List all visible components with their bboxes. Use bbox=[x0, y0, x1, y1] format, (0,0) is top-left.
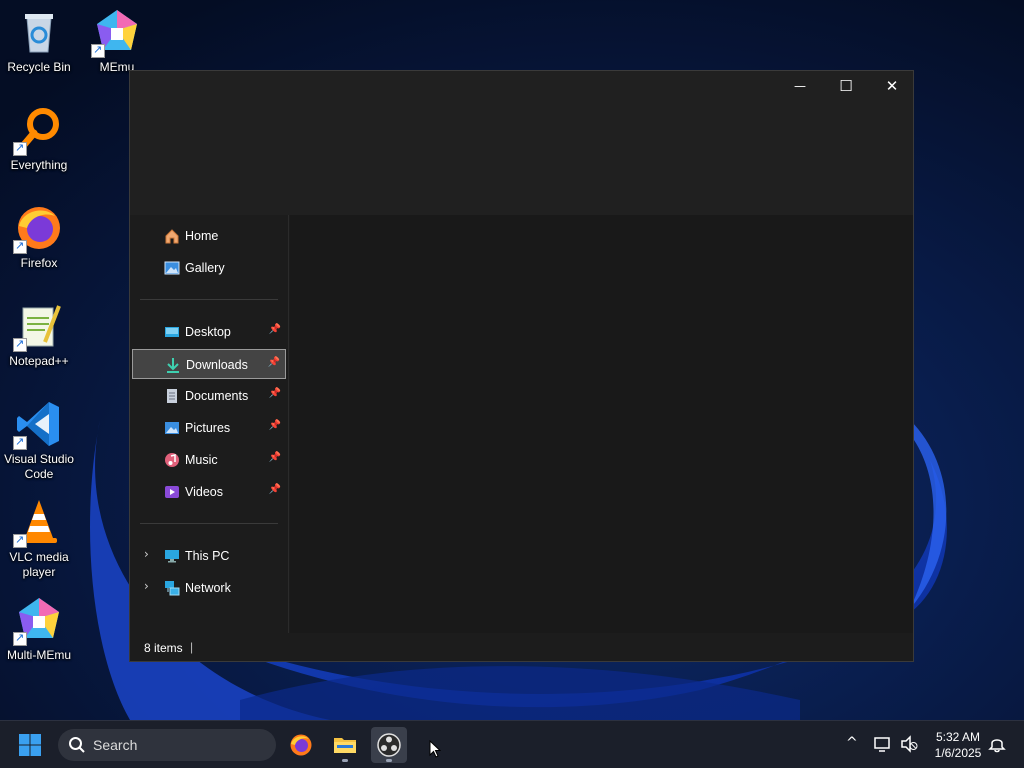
minimize-button[interactable]: — bbox=[777, 71, 823, 101]
nav-item-label: Music bbox=[185, 453, 218, 467]
nav-item-network[interactable]: › Network bbox=[132, 573, 286, 603]
desktop-icon-memu[interactable]: MEmu bbox=[78, 8, 156, 75]
navigation-pane: Home Gallery Desktop 📌 Downloads 📌 Docum… bbox=[130, 215, 289, 633]
nav-item-videos[interactable]: Videos 📌 bbox=[132, 477, 286, 507]
taskbar-clock[interactable]: 5:32 AM 1/6/2025 bbox=[922, 729, 994, 761]
chevron-right-icon[interactable]: › bbox=[144, 547, 149, 561]
title-bar[interactable]: — ☐ ✕ bbox=[130, 71, 913, 215]
nav-item-music[interactable]: Music 📌 bbox=[132, 445, 286, 475]
vlc-icon bbox=[13, 498, 63, 548]
desktop-icon-multi-memu[interactable]: Multi-MEmu bbox=[0, 596, 78, 663]
running-indicator bbox=[342, 759, 348, 762]
status-bar: 8 items | bbox=[130, 633, 913, 661]
start-button[interactable] bbox=[16, 731, 44, 759]
recycle-bin-icon bbox=[15, 8, 63, 56]
nav-item-label: Pictures bbox=[185, 421, 231, 435]
taskbar-file-explorer[interactable] bbox=[327, 727, 363, 763]
computer-icon bbox=[164, 548, 180, 564]
nav-item-label: Gallery bbox=[185, 261, 225, 275]
search-placeholder: Search bbox=[93, 737, 138, 753]
desktop-icon-label: Multi-MEmu bbox=[6, 648, 71, 662]
nav-item-this-pc[interactable]: › This PC bbox=[132, 541, 286, 571]
nav-separator bbox=[140, 523, 278, 524]
videos-icon bbox=[164, 484, 180, 500]
nav-item-downloads[interactable]: Downloads 📌 bbox=[132, 349, 286, 379]
desktop-icon-label: Firefox bbox=[20, 256, 58, 270]
taskbar-firefox[interactable] bbox=[283, 727, 319, 763]
nav-separator bbox=[140, 299, 278, 300]
nav-item-label: Videos bbox=[185, 485, 223, 499]
chevron-right-icon[interactable]: › bbox=[144, 579, 149, 593]
running-indicator bbox=[386, 759, 392, 762]
network-icon bbox=[164, 580, 180, 596]
gallery-icon bbox=[164, 260, 180, 276]
taskbar: Search ^ 5:32 AM 1/6/2025 bbox=[0, 720, 1024, 768]
desktop-icon-vlc[interactable]: VLC media player bbox=[0, 498, 78, 580]
windows-logo-icon bbox=[16, 734, 44, 763]
pin-icon[interactable]: 📌 bbox=[269, 324, 281, 335]
item-count: 8 items bbox=[144, 641, 183, 655]
nav-item-desktop[interactable]: Desktop 📌 bbox=[132, 317, 286, 347]
nav-item-pictures[interactable]: Pictures 📌 bbox=[132, 413, 286, 443]
pin-icon[interactable]: 📌 bbox=[269, 452, 281, 463]
pictures-icon bbox=[164, 420, 180, 436]
desktop-icon-label: Visual Studio Code bbox=[4, 452, 74, 481]
nav-item-label: Downloads bbox=[186, 358, 248, 372]
music-icon bbox=[164, 452, 180, 468]
desktop-icon-recycle-bin[interactable]: Recycle Bin bbox=[0, 8, 78, 75]
pin-icon[interactable]: 📌 bbox=[268, 357, 280, 368]
nav-item-documents[interactable]: Documents 📌 bbox=[132, 381, 286, 411]
desktop-icon-label: Notepad++ bbox=[9, 354, 69, 368]
desktop-icon-label: Recycle Bin bbox=[7, 60, 71, 74]
file-explorer-window: — ☐ ✕ Home Gallery Desktop 📌 Downloads 📌… bbox=[129, 70, 914, 662]
volume-muted-icon[interactable] bbox=[900, 735, 918, 757]
status-divider: | bbox=[190, 640, 194, 654]
maximize-button[interactable]: ☐ bbox=[823, 71, 869, 101]
desktop-icon-label: VLC media player bbox=[9, 550, 69, 579]
close-button[interactable]: ✕ bbox=[869, 71, 915, 101]
notepad-plus-plus-icon bbox=[13, 302, 63, 352]
clock-date: 1/6/2025 bbox=[934, 746, 982, 760]
everything-search-icon bbox=[13, 106, 63, 156]
desktop-icon-vscode[interactable]: Visual Studio Code bbox=[0, 400, 78, 482]
multi-memu-icon bbox=[13, 596, 63, 646]
home-icon bbox=[164, 228, 180, 244]
file-list-area[interactable] bbox=[290, 215, 913, 633]
memu-icon bbox=[91, 8, 141, 58]
pin-icon[interactable]: 📌 bbox=[269, 420, 281, 431]
tray-overflow-chevron-icon[interactable]: ^ bbox=[846, 735, 858, 751]
desktop-icon-label: Everything bbox=[10, 158, 68, 172]
download-icon bbox=[165, 357, 181, 373]
taskbar-obs[interactable] bbox=[371, 727, 407, 763]
nav-item-label: Network bbox=[185, 581, 231, 595]
pin-icon[interactable]: 📌 bbox=[269, 388, 281, 399]
nav-item-home[interactable]: Home bbox=[132, 221, 286, 251]
nav-item-label: Documents bbox=[185, 389, 249, 403]
pin-icon[interactable]: 📌 bbox=[269, 484, 281, 495]
desktop-icon-notepad-plus-plus[interactable]: Notepad++ bbox=[0, 302, 78, 369]
mouse-cursor bbox=[429, 739, 442, 763]
nav-item-gallery[interactable]: Gallery bbox=[132, 253, 286, 283]
nav-item-label: Home bbox=[185, 229, 219, 243]
notification-bell-icon[interactable] bbox=[988, 735, 1006, 757]
vscode-icon bbox=[13, 400, 63, 450]
nav-item-label: Desktop bbox=[185, 325, 231, 339]
desktop-icon-firefox[interactable]: Firefox bbox=[0, 204, 78, 271]
desktop-folder-icon bbox=[164, 324, 180, 340]
nav-item-label: This PC bbox=[185, 549, 230, 563]
taskbar-search-box[interactable]: Search bbox=[58, 729, 276, 761]
firefox-icon bbox=[13, 204, 63, 254]
documents-icon bbox=[164, 388, 180, 404]
desktop-icon-everything[interactable]: Everything bbox=[0, 106, 78, 173]
network-status-icon[interactable] bbox=[874, 735, 892, 757]
clock-time: 5:32 AM bbox=[935, 730, 981, 744]
search-icon bbox=[68, 736, 86, 757]
